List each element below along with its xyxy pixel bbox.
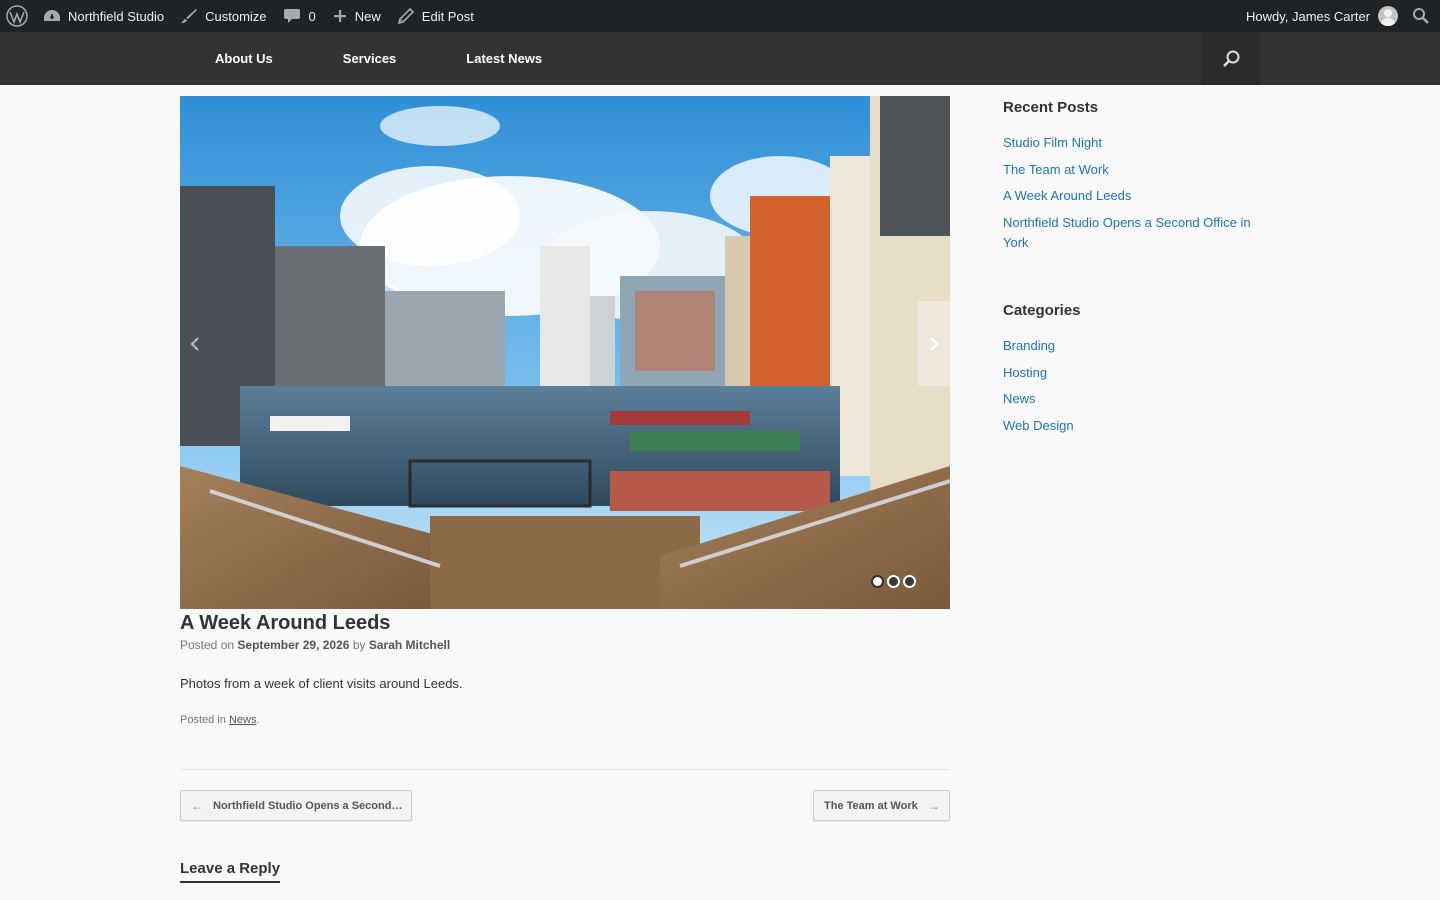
new-label: New (354, 8, 381, 24)
post-meta: Posted on September 29, 2026 by Sarah Mi… (180, 638, 450, 652)
edit-post-link[interactable]: Edit Post (389, 0, 482, 32)
recent-posts-list: Studio Film Night The Team at Work A Wee… (1003, 133, 1263, 259)
primary-menu: About Us Services Latest News (180, 32, 577, 85)
slider-dot-3[interactable] (903, 575, 916, 588)
post-author[interactable]: Sarah Mitchell (369, 638, 450, 652)
featured-image-slider (180, 96, 950, 609)
categories-list: Branding Hosting News Web Design (1003, 336, 1263, 442)
recent-post-link[interactable]: Studio Film Night (1003, 133, 1263, 153)
search-icon (1222, 50, 1239, 67)
comments-count: 0 (308, 8, 316, 24)
previous-post-button[interactable]: ← Northfield Studio Opens a Second… (180, 790, 412, 821)
categories-title: Categories (1003, 302, 1081, 319)
slider-next-button[interactable] (918, 301, 950, 386)
recent-post-link[interactable]: The Team at Work (1003, 160, 1263, 180)
pencil-icon (397, 8, 414, 24)
leave-reply-title: Leave a Reply (180, 860, 281, 883)
nav-search-button[interactable] (1201, 32, 1260, 85)
arrow-left-icon: ← (191, 798, 203, 813)
slide-image (180, 96, 950, 609)
admin-search-button[interactable] (1406, 0, 1440, 32)
site-navigation: About Us Services Latest News (0, 32, 1440, 85)
site-name-menu[interactable]: Northfield Studio (35, 0, 172, 32)
previous-post-label: Northfield Studio Opens a Second… (213, 799, 403, 812)
by-label: by (352, 638, 366, 652)
post-date[interactable]: September 29, 2026 (237, 638, 349, 652)
comment-icon (283, 9, 300, 23)
post-categories: Posted in News. (180, 714, 260, 726)
my-account-menu[interactable]: Howdy, James Carter (1238, 0, 1406, 32)
posted-on-label: Posted on (180, 638, 235, 652)
edit-post-label: Edit Post (421, 8, 474, 24)
chevron-right-icon (930, 336, 939, 351)
menu-item-about-us[interactable]: About Us (180, 32, 308, 85)
plus-icon (333, 10, 346, 22)
howdy-text: Howdy, James Carter (1245, 8, 1370, 24)
site-name: Northfield Studio (68, 8, 165, 24)
divider (180, 769, 950, 770)
menu-item-latest-news[interactable]: Latest News (431, 32, 577, 85)
recent-posts-title: Recent Posts (1003, 99, 1099, 116)
slider-dot-1[interactable] (871, 575, 884, 588)
category-link-hosting[interactable]: Hosting (1003, 363, 1263, 383)
slider-dot-2[interactable] (887, 575, 900, 588)
category-suffix: . (256, 714, 260, 726)
slider-pagination (871, 575, 916, 588)
avatar (1378, 6, 1398, 26)
category-link-web-design[interactable]: Web Design (1003, 416, 1263, 436)
post-category-link[interactable]: News (229, 714, 257, 726)
admin-bar: Northfield Studio Customize 0 New Edit P… (0, 0, 1440, 32)
slider-prev-button[interactable] (180, 301, 210, 386)
wordpress-icon (6, 5, 28, 27)
wordpress-logo-icon[interactable] (0, 0, 35, 32)
customize-label: Customize (205, 8, 267, 24)
comments-link[interactable]: 0 (275, 0, 324, 32)
search-icon (1413, 8, 1429, 24)
posted-in-label: Posted in (180, 714, 226, 726)
new-content-menu[interactable]: New (324, 0, 389, 32)
menu-item-services[interactable]: Services (308, 32, 432, 85)
recent-post-link[interactable]: A Week Around Leeds (1003, 186, 1263, 206)
dashboard-icon (44, 10, 60, 21)
customize-link[interactable]: Customize (172, 0, 274, 32)
arrow-right-icon: → (927, 798, 940, 813)
post-title: A Week Around Leeds (180, 612, 391, 634)
category-link-branding[interactable]: Branding (1003, 336, 1263, 356)
post-excerpt: Photos from a week of client visits arou… (180, 676, 463, 691)
chevron-left-icon (190, 336, 199, 351)
category-link-news[interactable]: News (1003, 389, 1263, 409)
next-post-button[interactable]: The Team at Work → (813, 790, 950, 821)
recent-post-link[interactable]: Northfield Studio Opens a Second Office … (1003, 213, 1263, 253)
brush-icon (181, 9, 198, 23)
next-post-label: The Team at Work (824, 799, 918, 812)
